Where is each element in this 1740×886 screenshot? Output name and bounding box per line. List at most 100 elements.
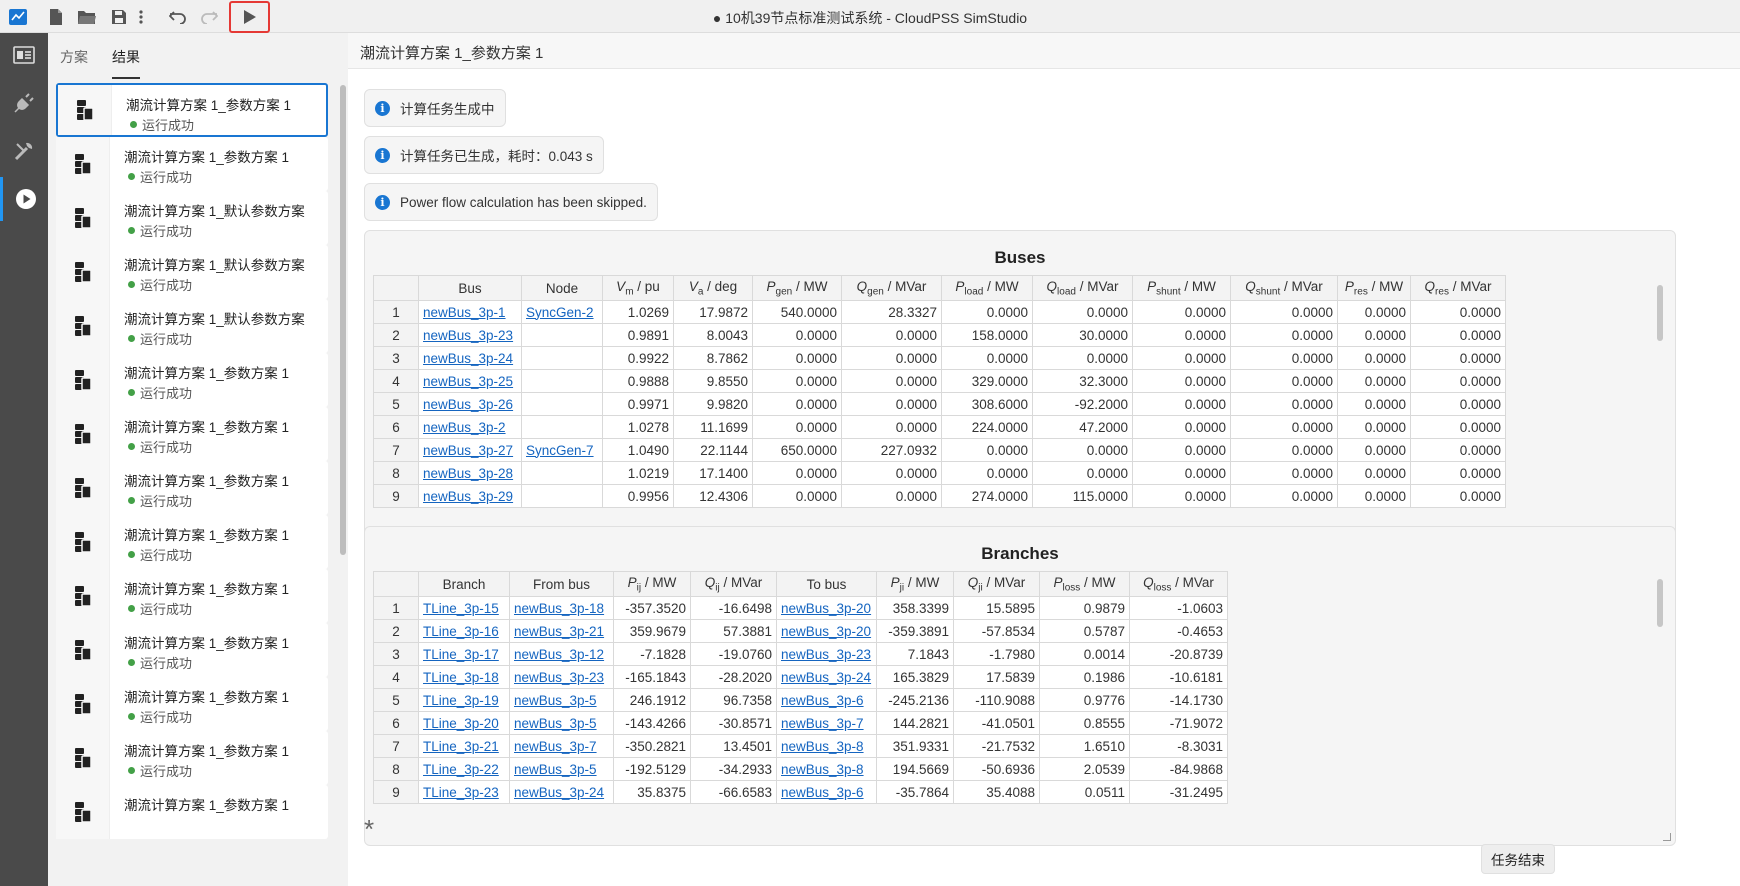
cell-link[interactable]: newBus_3p-7 — [781, 716, 864, 731]
cell-link[interactable]: newBus_3p-23 — [781, 647, 871, 662]
table-cell: 224.0000 — [941, 415, 1033, 439]
column-header[interactable]: Pij / MW — [613, 571, 691, 597]
cell-link[interactable]: newBus_3p-12 — [514, 647, 604, 662]
result-item[interactable]: 潮流计算方案 1_参数方案 1 运行成功 — [56, 731, 328, 785]
cell-link[interactable]: TLine_3p-19 — [423, 693, 499, 708]
cell-link[interactable]: newBus_3p-8 — [781, 739, 864, 754]
cell-link[interactable]: newBus_3p-23 — [514, 670, 604, 685]
cell-link[interactable]: newBus_3p-2 — [423, 420, 506, 435]
cell-link[interactable]: newBus_3p-21 — [514, 624, 604, 639]
sidebar-scrollbar[interactable] — [340, 85, 346, 555]
cell-link[interactable]: TLine_3p-18 — [423, 670, 499, 685]
header-subscript: m — [625, 286, 634, 298]
cell-link[interactable]: TLine_3p-16 — [423, 624, 499, 639]
result-item[interactable]: 潮流计算方案 1_参数方案 1 运行成功 — [56, 353, 328, 407]
buses-scrollbar[interactable] — [1657, 285, 1663, 341]
result-item[interactable]: 潮流计算方案 1_参数方案 1 运行成功 — [56, 623, 328, 677]
column-header[interactable]: Ploss / MW — [1039, 571, 1130, 597]
cell-link[interactable]: TLine_3p-23 — [423, 785, 499, 800]
cell-link[interactable]: TLine_3p-22 — [423, 762, 499, 777]
table-cell: 158.0000 — [941, 323, 1033, 347]
column-header[interactable]: Qload / MVar — [1032, 275, 1133, 301]
cell-link[interactable]: newBus_3p-24 — [514, 785, 604, 800]
cell-link[interactable]: newBus_3p-26 — [423, 397, 513, 412]
branches-title: Branches — [981, 544, 1059, 563]
cell-link[interactable]: newBus_3p-27 — [423, 443, 513, 458]
table-cell: 0.0000 — [1132, 461, 1231, 485]
cell-link[interactable]: TLine_3p-17 — [423, 647, 499, 662]
cell-link[interactable]: newBus_3p-20 — [781, 624, 871, 639]
result-item[interactable]: 潮流计算方案 1_默认参数方案 运行成功 — [56, 191, 328, 245]
cell-link[interactable]: TLine_3p-15 — [423, 601, 499, 616]
column-header[interactable]: Pload / MW — [941, 275, 1033, 301]
cell-link[interactable]: newBus_3p-8 — [781, 762, 864, 777]
column-header[interactable]: Node — [521, 275, 603, 301]
cell-link[interactable]: newBus_3p-6 — [781, 693, 864, 708]
column-header[interactable]: Qshunt / MVar — [1230, 275, 1338, 301]
task-done-button[interactable]: 任务结束 — [1481, 844, 1555, 874]
cell-link[interactable]: newBus_3p-5 — [514, 762, 597, 777]
resize-handle[interactable] — [1663, 833, 1671, 841]
column-header[interactable]: To bus — [776, 571, 877, 597]
cell-link[interactable]: newBus_3p-1 — [423, 305, 506, 320]
cell-link[interactable]: newBus_3p-28 — [423, 466, 513, 481]
tools-icon[interactable] — [0, 129, 48, 173]
column-header[interactable]: From bus — [509, 571, 614, 597]
column-header[interactable]: Pji / MW — [876, 571, 954, 597]
result-item[interactable]: 潮流计算方案 1_参数方案 1 — [56, 785, 328, 839]
cell-link[interactable]: SyncGen-2 — [526, 305, 594, 320]
dashboard-icon[interactable] — [0, 33, 48, 77]
column-header[interactable]: Pres / MW — [1337, 275, 1411, 301]
column-header[interactable]: Va / deg — [673, 275, 753, 301]
table-cell — [521, 346, 603, 370]
cell-link[interactable]: TLine_3p-20 — [423, 716, 499, 731]
column-header[interactable]: Bus — [418, 275, 522, 301]
table-cell: newBus_3p-5 — [509, 711, 614, 735]
column-header[interactable]: Pshunt / MW — [1132, 275, 1231, 301]
table-row: 3 newBus_3p-24 0.9922 8.7862 0.0000 0.0000 0.0… — [373, 346, 1506, 370]
result-item[interactable]: 潮流计算方案 1_默认参数方案 运行成功 — [56, 299, 328, 353]
result-item[interactable]: 潮流计算方案 1_参数方案 1 运行成功 — [56, 461, 328, 515]
cell-link[interactable]: newBus_3p-24 — [423, 351, 513, 366]
tab-result[interactable]: 结果 — [112, 47, 140, 67]
result-item[interactable]: 潮流计算方案 1_参数方案 1 运行成功 — [56, 677, 328, 731]
cell-link[interactable]: newBus_3p-24 — [781, 670, 871, 685]
table-cell: 0.0000 — [1410, 438, 1506, 462]
cell-link[interactable]: newBus_3p-6 — [781, 785, 864, 800]
column-header[interactable]: Pgen / MW — [752, 275, 842, 301]
cell-link[interactable]: newBus_3p-7 — [514, 739, 597, 754]
branches-scrollbar[interactable] — [1657, 579, 1663, 627]
header-unit: / MVar — [1075, 278, 1119, 294]
cell-link[interactable]: newBus_3p-23 — [423, 328, 513, 343]
column-header[interactable]: Qloss / MVar — [1129, 571, 1228, 597]
result-item[interactable]: 潮流计算方案 1_参数方案 1 运行成功 — [56, 515, 328, 569]
table-row: 2 TLine_3p-16 newBus_3p-21 359.9679 57.3881 n… — [373, 619, 1228, 643]
buses-table-wrap[interactable]: Bus Node Vm / pu Va / deg Pgen / MW Qgen / MV… — [373, 275, 1506, 539]
cell-link[interactable]: newBus_3p-29 — [423, 489, 513, 504]
cell-link[interactable]: newBus_3p-25 — [423, 374, 513, 389]
tab-scheme[interactable]: 方案 — [60, 47, 88, 67]
result-item[interactable]: 潮流计算方案 1_默认参数方案 运行成功 — [56, 245, 328, 299]
column-header[interactable]: Branch — [418, 571, 510, 597]
cell-link[interactable]: newBus_3p-20 — [781, 601, 871, 616]
cell-link[interactable]: newBus_3p-5 — [514, 716, 597, 731]
table-row: 9 newBus_3p-29 0.9956 12.4306 0.0000 0.0000 27… — [373, 484, 1506, 508]
column-header[interactable]: Qji / MVar — [953, 571, 1040, 597]
result-item[interactable]: 潮流计算方案 1_参数方案 1 运行成功 — [56, 137, 328, 191]
cell-link[interactable]: newBus_3p-18 — [514, 601, 604, 616]
column-header[interactable]: Qij / MVar — [690, 571, 777, 597]
table-cell: newBus_3p-27 — [418, 438, 522, 462]
cell-link[interactable]: TLine_3p-21 — [423, 739, 499, 754]
result-item[interactable]: 潮流计算方案 1_参数方案 1 运行成功 — [56, 83, 328, 137]
title-bar: ● 10机39节点标准测试系统 - CloudPSS SimStudio — [0, 0, 1740, 33]
play-circle-icon[interactable] — [0, 177, 48, 221]
column-header[interactable]: Vm / pu — [602, 275, 674, 301]
branches-table-wrap[interactable]: Branch From bus Pij / MW Qij / MVar To bus Pj… — [373, 571, 1228, 837]
column-header[interactable]: Qres / MVar — [1410, 275, 1506, 301]
result-item[interactable]: 潮流计算方案 1_参数方案 1 运行成功 — [56, 407, 328, 461]
column-header[interactable]: Qgen / MVar — [841, 275, 942, 301]
cell-link[interactable]: SyncGen-7 — [526, 443, 594, 458]
cell-link[interactable]: newBus_3p-5 — [514, 693, 597, 708]
plugin-icon[interactable] — [0, 81, 48, 125]
result-item[interactable]: 潮流计算方案 1_参数方案 1 运行成功 — [56, 569, 328, 623]
